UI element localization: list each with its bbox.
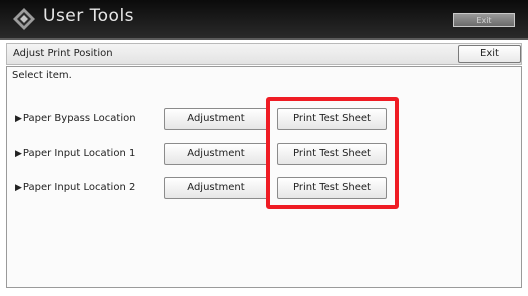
row-label-paper-bypass: ▶Paper Bypass Location (15, 113, 136, 124)
highlight-box (266, 97, 399, 209)
screen-header: Adjust Print Position (6, 43, 522, 65)
row-label-text: Paper Input Location 1 (22, 148, 136, 159)
row-label-input-2: ▶Paper Input Location 2 (15, 182, 135, 193)
adjustment-button-bypass[interactable]: Adjustment (164, 108, 268, 130)
user-tools-screen: User Tools Exit Adjust Print Position Ex… (0, 0, 528, 296)
row-label-text: Paper Input Location 2 (22, 182, 136, 193)
page-title: Adjust Print Position (13, 48, 113, 59)
instruction-text: Select item. (12, 70, 72, 81)
triangle-right-icon: ▶ (15, 114, 22, 124)
title-bar: User Tools Exit (0, 0, 528, 38)
row-label-input-1: ▶Paper Input Location 1 (15, 148, 135, 159)
exit-button[interactable]: Exit (458, 45, 521, 63)
adjustment-button-input-1[interactable]: Adjustment (164, 143, 268, 165)
triangle-right-icon: ▶ (15, 149, 22, 159)
triangle-right-icon: ▶ (15, 183, 22, 193)
row-label-text: Paper Bypass Location (22, 113, 136, 124)
user-tools-logo-icon (13, 8, 35, 30)
adjustment-button-input-2[interactable]: Adjustment (164, 177, 268, 199)
title-separator (0, 38, 528, 40)
top-exit-button[interactable]: Exit (453, 13, 515, 27)
app-title: User Tools (43, 6, 135, 26)
